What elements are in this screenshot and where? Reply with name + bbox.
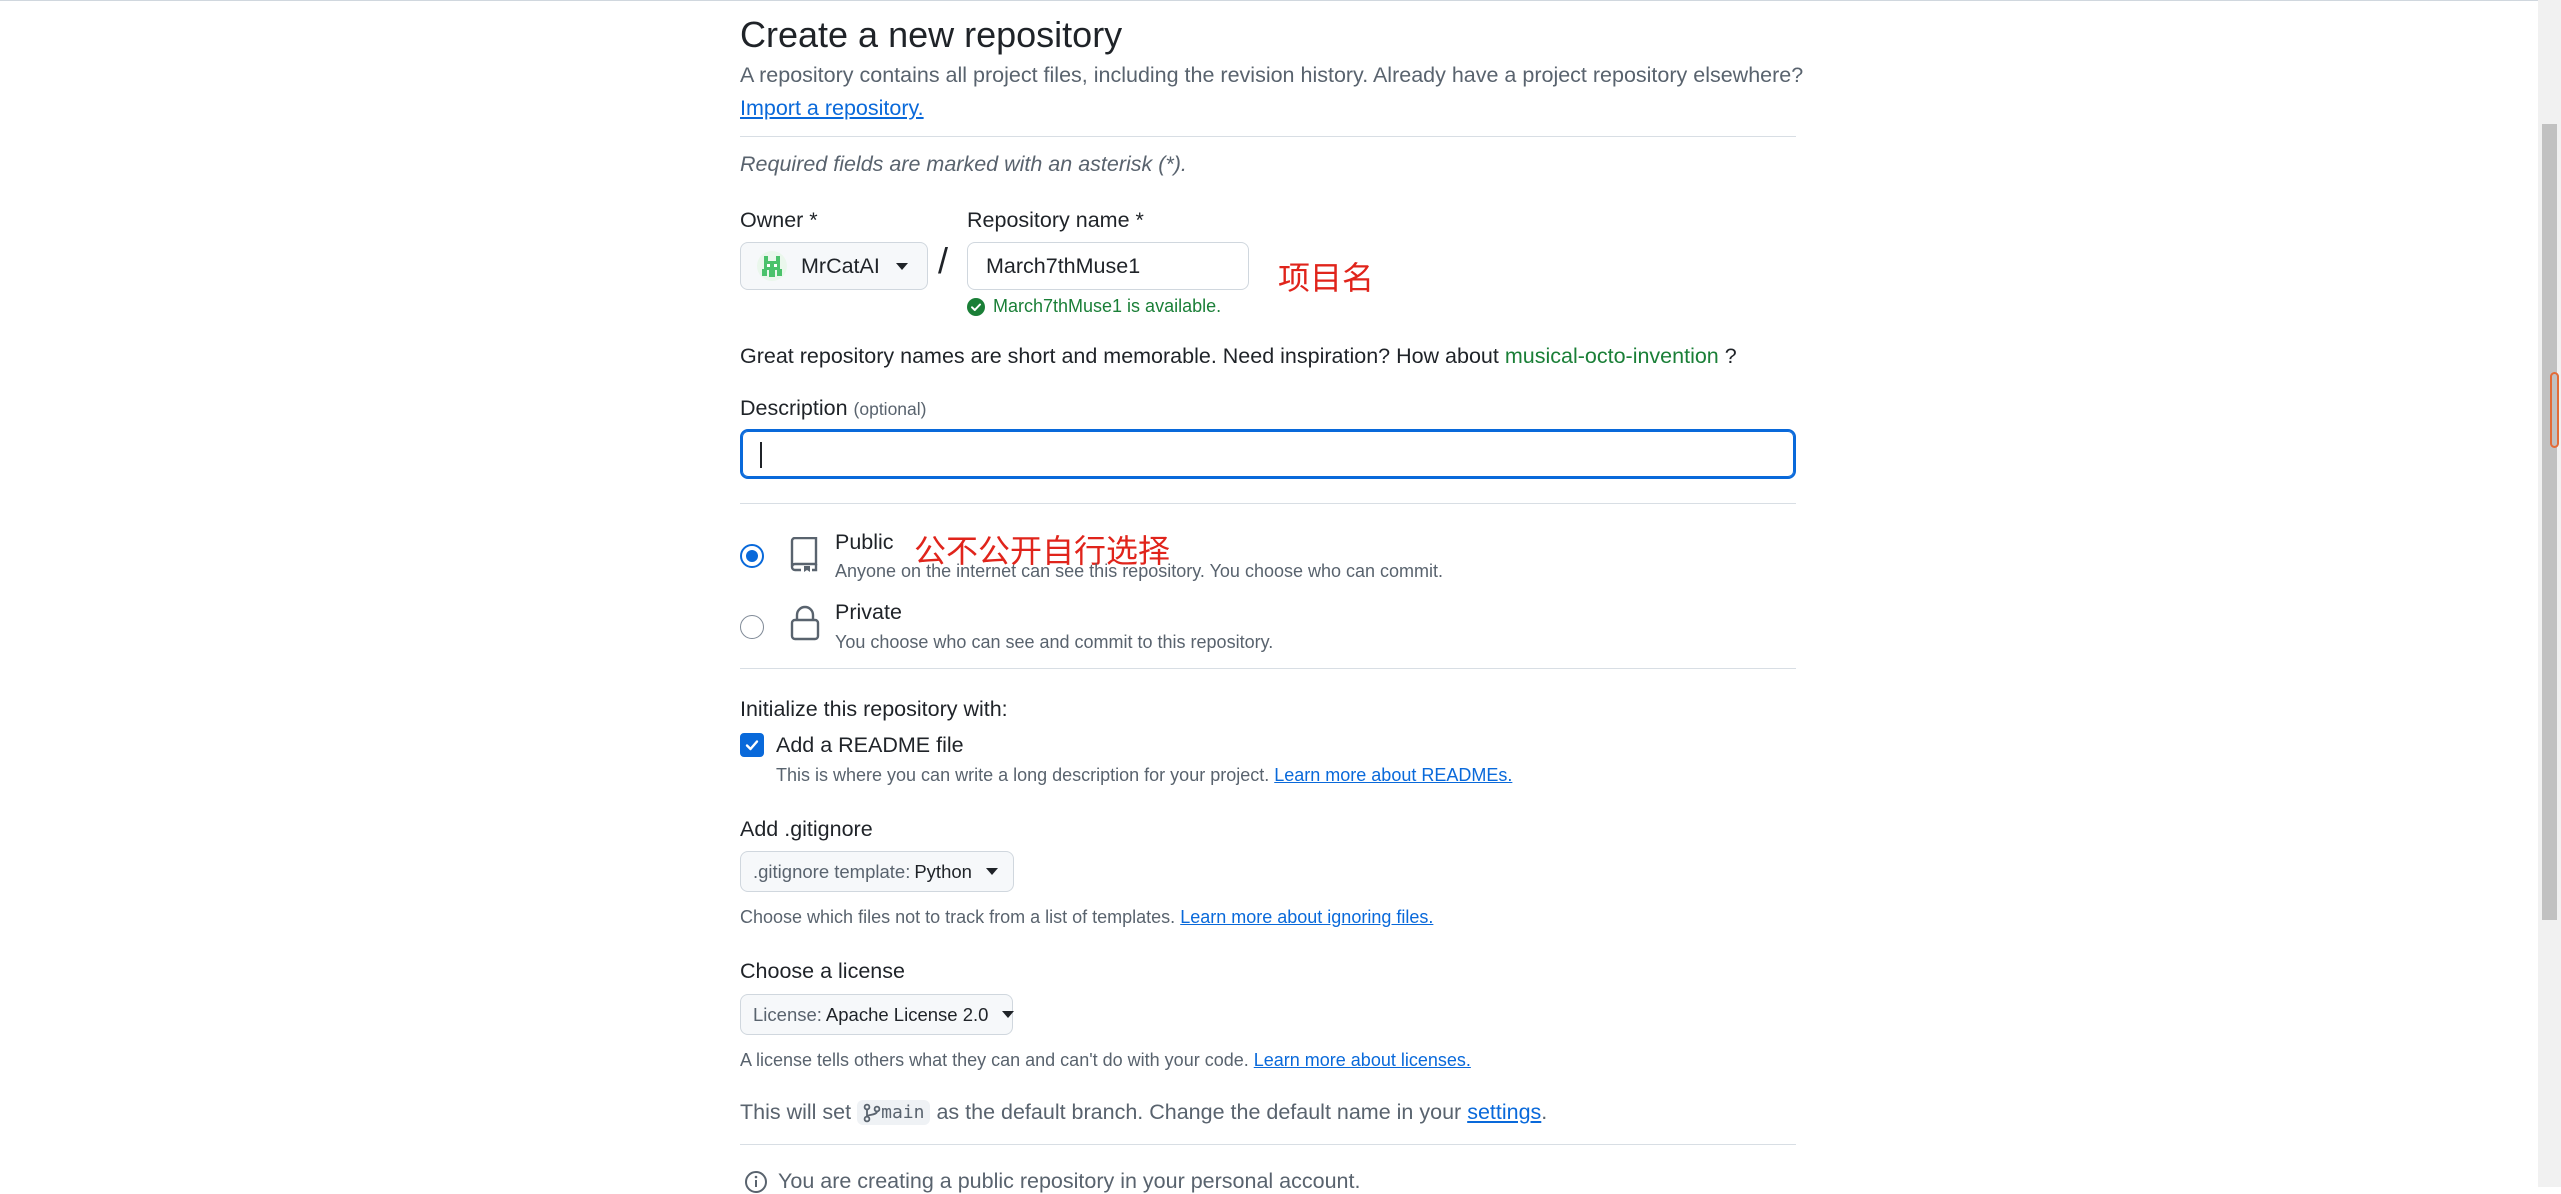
scrollbar-thumb[interactable]	[2542, 124, 2557, 920]
page-title: Create a new repository	[740, 14, 1123, 55]
initialize-heading: Initialize this repository with:	[740, 697, 1008, 721]
git-branch-icon	[863, 1103, 881, 1122]
divider	[740, 503, 1796, 504]
optional-hint: (optional)	[853, 399, 927, 419]
gitignore-description-text: Choose which files not to track from a l…	[740, 907, 1176, 927]
readme-learn-more-link[interactable]: Learn more about READMEs.	[1274, 765, 1512, 785]
gitignore-select-value: Python	[914, 860, 972, 882]
branch-chip: main	[857, 1100, 931, 1125]
public-title: Public	[835, 530, 894, 554]
top-border	[0, 0, 2538, 1]
suggested-name-button[interactable]: musical-octo-invention	[1505, 344, 1719, 368]
gitignore-description: Choose which files not to track from a l…	[740, 907, 1433, 928]
owner-dropdown[interactable]: MrCatAI	[740, 242, 928, 290]
repo-icon	[788, 536, 820, 578]
text-cursor	[760, 442, 762, 468]
license-learn-more-link[interactable]: Learn more about licenses.	[1254, 1050, 1471, 1070]
readme-description: This is where you can write a long descr…	[776, 765, 1512, 786]
owner-name: MrCatAI	[801, 253, 880, 278]
branch-note-suffix: .	[1541, 1100, 1548, 1124]
readme-checkbox[interactable]	[740, 733, 764, 757]
description-input[interactable]	[740, 429, 1796, 479]
info-icon	[745, 1170, 767, 1193]
gitignore-heading: Add .gitignore	[740, 817, 873, 841]
private-description: You choose who can see and commit to thi…	[835, 632, 1274, 652]
license-select[interactable]: License: Apache License 2.0	[740, 994, 1015, 1035]
availability-text: March7thMuse1 is available.	[993, 296, 1222, 316]
page-scrollbar[interactable]	[2538, 0, 2561, 1187]
divider	[740, 1144, 1796, 1145]
gitignore-template-select[interactable]: .gitignore template: Python	[740, 851, 1014, 892]
gitignore-learn-more-link[interactable]: Learn more about ignoring files.	[1180, 907, 1433, 927]
check-circle-icon	[967, 297, 985, 316]
divider	[740, 668, 1796, 669]
owner-label: Owner *	[740, 208, 818, 232]
public-description: Anyone on the internet can see this repo…	[835, 561, 1444, 581]
divider	[740, 136, 1796, 137]
public-radio[interactable]	[740, 544, 764, 568]
info-text: You are creating a public repository in …	[778, 1169, 1361, 1193]
repository-name-label: Repository name *	[967, 208, 1144, 232]
avatar	[757, 251, 787, 281]
availability-message: March7thMuse1 is available.	[967, 296, 1221, 317]
readme-label[interactable]: Add a README file	[776, 733, 964, 758]
gitignore-select-prefix: .gitignore template:	[753, 860, 911, 882]
private-title: Private	[835, 600, 902, 624]
check-icon	[745, 740, 759, 751]
license-select-value: Apache License 2.0	[825, 1003, 989, 1025]
description-label: Description (optional)	[740, 396, 927, 421]
scroll-position-marker	[2550, 372, 2559, 448]
slash-separator: /	[938, 240, 949, 281]
name-suggestion: Great repository names are short and mem…	[740, 344, 1737, 369]
branch-note-middle: as the default branch. Change the defaul…	[936, 1100, 1462, 1124]
chevron-down-icon	[1002, 1011, 1015, 1018]
required-fields-note: Required fields are marked with an aster…	[740, 152, 1187, 176]
chevron-down-icon	[985, 868, 998, 875]
lock-icon	[790, 605, 820, 646]
license-select-prefix: License:	[753, 1003, 822, 1025]
branch-note-prefix: This will set	[740, 1100, 852, 1124]
chevron-down-icon	[895, 262, 908, 270]
default-branch-note: This will set main as the default branch…	[740, 1100, 1547, 1125]
page-subtitle: A repository contains all project files,…	[740, 63, 1804, 87]
private-radio[interactable]	[740, 615, 764, 639]
repository-name-input[interactable]	[967, 242, 1249, 290]
repo-name-annotation: 项目名	[1278, 259, 1375, 297]
info-note: You are creating a public repository in …	[740, 1169, 1360, 1194]
license-heading: Choose a license	[740, 959, 905, 983]
import-repository-link[interactable]: Import a repository.	[740, 96, 924, 121]
suggestion-prefix: Great repository names are short and mem…	[740, 344, 1499, 368]
suggestion-suffix: ?	[1724, 344, 1737, 368]
branch-name: main	[881, 1102, 925, 1123]
description-label-text: Description	[740, 396, 848, 420]
settings-link[interactable]: settings	[1467, 1100, 1541, 1125]
readme-description-text: This is where you can write a long descr…	[776, 765, 1270, 785]
license-description: A license tells others what they can and…	[740, 1050, 1471, 1071]
license-description-text: A license tells others what they can and…	[740, 1050, 1249, 1070]
